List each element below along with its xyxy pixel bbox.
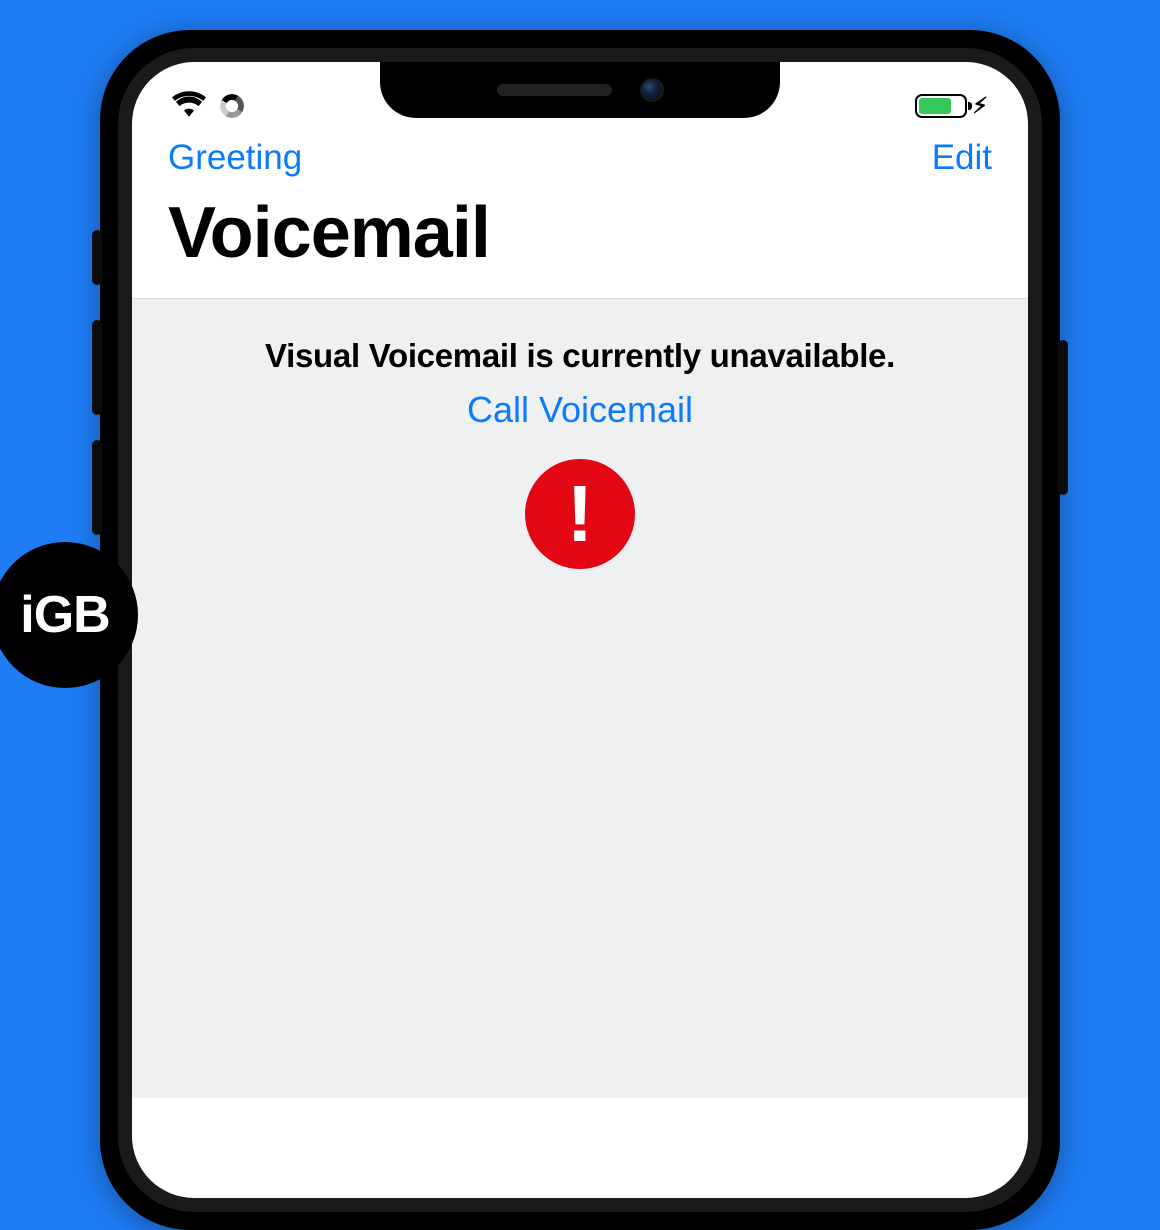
charging-bolt-icon: ⚡︎ (973, 95, 988, 117)
edit-button[interactable]: Edit (932, 138, 992, 178)
power-button (1058, 340, 1068, 495)
exclamation-icon: ! (567, 474, 594, 554)
alert-badge: ! (525, 459, 635, 569)
volume-down-button (92, 440, 102, 535)
battery-indicator: ⚡︎ (915, 94, 988, 118)
phone-screen: ⚡︎ Greeting Edit Voicemail Visual Voicem… (132, 62, 1028, 1198)
logo-text: iGB (20, 585, 109, 645)
wifi-icon (172, 91, 206, 122)
front-camera (640, 78, 664, 102)
battery-icon (915, 94, 967, 118)
voicemail-content: Visual Voicemail is currently unavailabl… (132, 298, 1028, 1098)
battery-fill (919, 98, 952, 114)
mute-switch (92, 230, 102, 285)
nav-bar: Greeting Edit (132, 132, 1028, 178)
phone-frame: ⚡︎ Greeting Edit Voicemail Visual Voicem… (100, 30, 1060, 1230)
speaker-grille (497, 84, 612, 96)
display-notch (380, 62, 780, 118)
call-voicemail-link[interactable]: Call Voicemail (467, 389, 693, 431)
loading-spinner-icon (220, 94, 244, 118)
error-message: Visual Voicemail is currently unavailabl… (132, 337, 1028, 375)
page-title: Voicemail (132, 178, 1028, 298)
greeting-button[interactable]: Greeting (168, 138, 302, 178)
volume-up-button (92, 320, 102, 415)
phone-bezel: ⚡︎ Greeting Edit Voicemail Visual Voicem… (118, 48, 1042, 1212)
